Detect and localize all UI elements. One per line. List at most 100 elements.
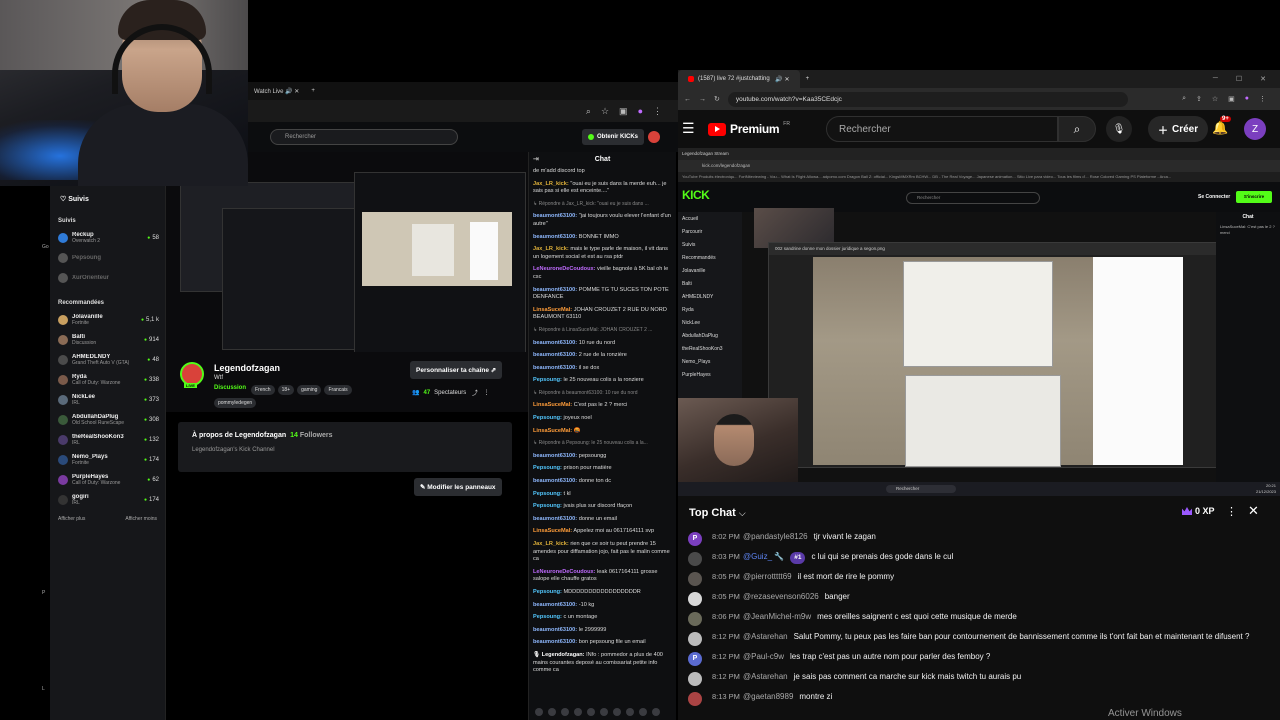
forward-icon[interactable]: → — [699, 96, 706, 103]
stream-tag[interactable]: pommyledegen — [214, 398, 257, 408]
chat-username[interactable]: LinsaSuceMal: — [533, 307, 572, 313]
avatar[interactable] — [688, 572, 702, 586]
chat-username[interactable]: beaumont63100: — [533, 287, 577, 293]
chat-username[interactable]: beaumont63100: — [533, 602, 577, 608]
chat-username[interactable]: beaumont63100: — [533, 453, 577, 459]
avatar[interactable] — [688, 612, 702, 626]
avatar[interactable] — [648, 131, 660, 143]
back-icon[interactable]: ← — [684, 96, 691, 103]
minimize-icon[interactable]: ─ — [1213, 75, 1218, 83]
new-tab-button[interactable]: + — [800, 76, 810, 82]
chat-username[interactable]: LinsaSuceMal: — [533, 402, 572, 408]
chat-username[interactable]: beaumont63100: — [533, 213, 577, 219]
sidebar-channel[interactable]: theRealShooKon3IRL 132 — [50, 430, 165, 450]
youtube-logo[interactable]: Premium FR — [708, 121, 790, 136]
avatar[interactable]: P — [688, 652, 702, 666]
message-author[interactable]: @rezasevenson6026 — [743, 592, 819, 601]
stream-tag[interactable]: gaming — [297, 385, 322, 395]
chat-username[interactable]: beaumont63100: — [533, 478, 577, 484]
show-more-link[interactable]: Afficher plus — [58, 516, 85, 522]
message-author[interactable]: @JeanMichel-m9w — [743, 612, 811, 621]
chat-username[interactable]: beaumont63100: — [533, 352, 577, 358]
collapse-chat-icon[interactable]: ⇥ — [533, 152, 539, 168]
star-icon[interactable]: ☆ — [1212, 95, 1218, 103]
message-author[interactable]: @pierrottttt69 — [743, 572, 792, 581]
sidebar-channel[interactable]: AHMEDLNDYGrand Theft Auto V (GTA) 48 — [50, 350, 165, 370]
chat-username[interactable]: Jax_LR_kick: — [533, 246, 569, 252]
desktop-icon[interactable]: P — [42, 590, 45, 596]
extensions-icon[interactable]: ▣ — [1228, 95, 1235, 103]
sidebar-channel[interactable]: RydaCall of Duty: Warzone 338 — [50, 370, 165, 390]
more-icon[interactable]: ⋮ — [482, 389, 490, 396]
chat-username[interactable]: Pepsoung: — [533, 614, 562, 620]
category-link[interactable]: Discussion — [214, 385, 246, 395]
message-author[interactable]: @Astarehan — [743, 632, 788, 641]
message-author[interactable]: @Astarehan — [743, 672, 788, 681]
emote-icon[interactable] — [626, 708, 634, 716]
notifications-button[interactable]: 🔔 9+ — [1212, 116, 1231, 136]
sidebar-following-header[interactable]: ♡ Suivis — [50, 186, 165, 212]
avatar[interactable] — [688, 592, 702, 606]
emote-icon[interactable] — [652, 708, 660, 716]
chat-username[interactable]: 🎙 Legendofzagan: — [533, 652, 585, 658]
chat-username[interactable]: beaumont63100: — [533, 639, 577, 645]
chat-username[interactable]: beaumont63100: — [533, 516, 577, 522]
stream-tag[interactable]: 18+ — [277, 385, 295, 395]
chat-username[interactable]: Jax_LR_kick: — [533, 181, 569, 187]
emote-icon[interactable] — [639, 708, 647, 716]
avatar[interactable]: P — [688, 532, 702, 546]
search-input[interactable]: Rechercher — [270, 129, 458, 145]
sidebar-channel[interactable]: NickLeeIRL 373 — [50, 390, 165, 410]
top-chat-dropdown[interactable]: Top Chat — [689, 507, 736, 519]
sidebar-channel[interactable]: Pepsoung — [50, 248, 165, 268]
menu-icon[interactable]: ⋮ — [1259, 95, 1266, 103]
message-author[interactable]: @pandastyle8126 — [743, 532, 808, 541]
emote-icon[interactable] — [587, 708, 595, 716]
sidebar-channel[interactable]: AbdullahDaPlugOld School RuneScape 308 — [50, 410, 165, 430]
menu-icon[interactable]: ⋮ — [653, 106, 662, 117]
profile-icon[interactable]: ● — [638, 106, 643, 116]
browser-tab[interactable]: Watch Live 🔊 ✕ — [248, 88, 305, 95]
emote-icon[interactable] — [613, 708, 621, 716]
new-tab-button[interactable]: + — [305, 88, 321, 94]
reload-icon[interactable]: ↻ — [714, 95, 720, 103]
stream-tag[interactable]: French — [251, 385, 275, 395]
chat-username[interactable]: LeNeuroneDeCoudoux: — [533, 266, 595, 272]
chat-username[interactable]: Pepsoung: — [533, 503, 562, 509]
emote-icon[interactable] — [600, 708, 608, 716]
emote-icon[interactable] — [535, 708, 543, 716]
voice-search-button[interactable]: 🎙 — [1106, 116, 1132, 142]
profile-icon[interactable]: ● — [1245, 95, 1249, 103]
browser-tab[interactable]: (1587) live 72 #justchatting 🔊 ✕ — [678, 70, 800, 88]
zoom-icon[interactable]: ⌕ — [586, 106, 591, 117]
xp-badge[interactable]: 0 XP — [1182, 506, 1215, 516]
channel-name[interactable]: Legendofzagan — [214, 363, 280, 373]
chat-username[interactable]: LinsaSuceMal: — [533, 528, 572, 534]
address-bar[interactable]: youtube.com/watch?v=Kaa35CEdcjc — [727, 91, 1128, 107]
emote-icon[interactable] — [574, 708, 582, 716]
emote-icon[interactable] — [548, 708, 556, 716]
chat-username[interactable]: Pepsoung: — [533, 415, 562, 421]
chat-username[interactable]: Pepsoung: — [533, 589, 562, 595]
customize-channel-button[interactable]: Personnaliser ta chaîne ⇗ — [410, 361, 503, 379]
chat-username[interactable]: beaumont63100: — [533, 365, 577, 371]
sidebar-channel[interactable]: ReckupOverwatch 2 58 — [50, 228, 165, 248]
more-options-icon[interactable]: ⋮ — [1226, 505, 1237, 518]
create-button[interactable]: ＋ Créer — [1148, 116, 1209, 142]
chat-username[interactable]: beaumont63100: — [533, 234, 577, 240]
hamburger-menu-icon[interactable]: ☰ — [682, 120, 695, 137]
share-icon[interactable]: ⤴ — [470, 388, 478, 397]
sidebar-channel[interactable]: gogiriIRL 174 — [50, 490, 165, 510]
avatar[interactable] — [688, 552, 702, 566]
maximize-icon[interactable]: ☐ — [1236, 75, 1242, 83]
avatar[interactable] — [688, 692, 702, 706]
close-icon[interactable]: ✕ — [1260, 75, 1266, 83]
sidebar-channel[interactable]: PurpleHayesCall of Duty: Warzone 62 — [50, 470, 165, 490]
chat-username[interactable]: Jax_LR_kick: — [533, 541, 569, 547]
sidebar-channel[interactable]: Nemo_PlaysFortnite 174 — [50, 450, 165, 470]
sidebar-channel[interactable]: JolavanilleFortnite 5,1 k — [50, 310, 165, 330]
extensions-icon[interactable]: ▣ — [619, 106, 628, 117]
chat-username[interactable]: beaumont63100: — [533, 627, 577, 633]
message-author[interactable]: @Paul-c9w — [743, 652, 784, 661]
avatar[interactable] — [688, 672, 702, 686]
